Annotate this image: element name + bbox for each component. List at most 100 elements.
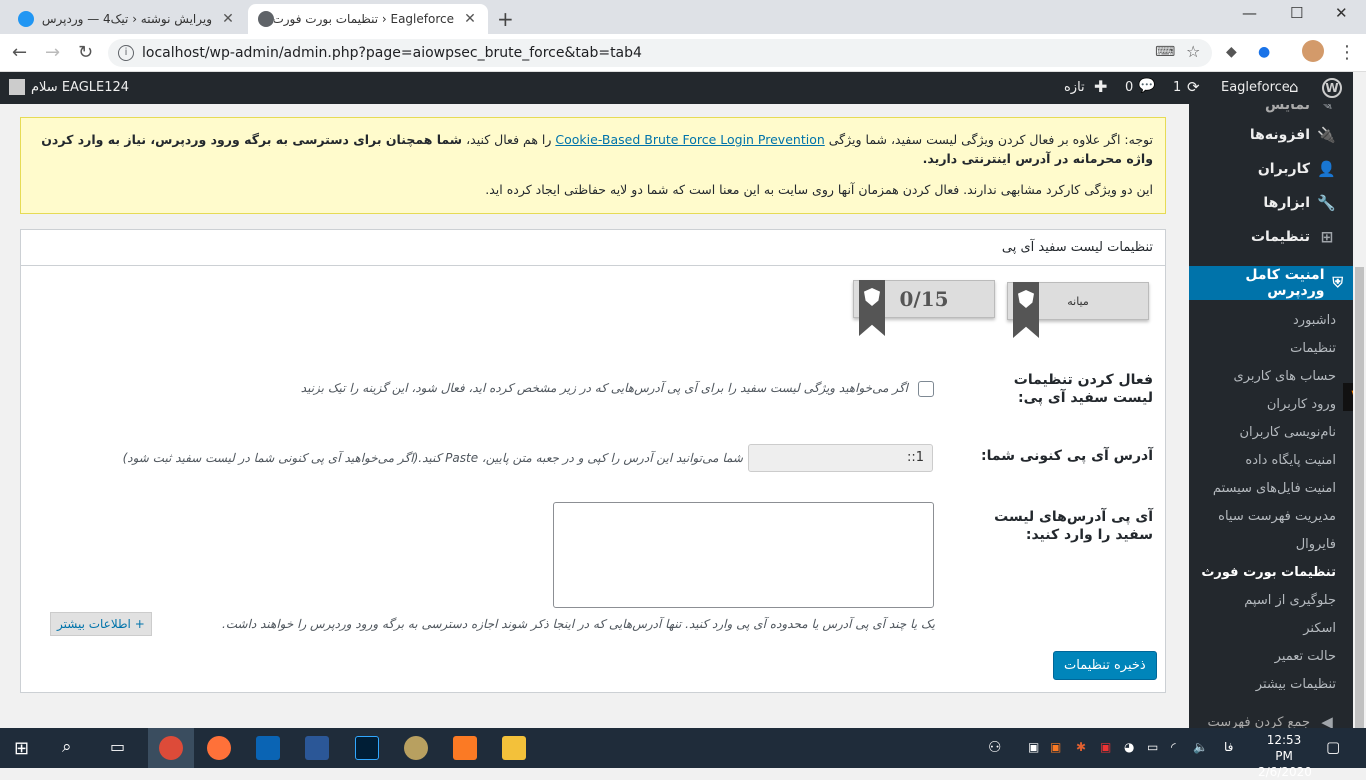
home-icon[interactable]: ⌂ [1289, 78, 1299, 96]
sidebar-item-label: افزونه‌ها [1249, 127, 1310, 143]
sidebar-item-label: کاربران [1257, 161, 1310, 177]
tray-app-icon[interactable]: ◕ [1124, 740, 1134, 754]
notifications-icon[interactable]: ▢ [1326, 738, 1340, 756]
extension-icon[interactable]: ◆ [1226, 44, 1237, 60]
submenu-brute-force[interactable]: تنظیمات بورت فورث [1189, 565, 1336, 580]
browser-toolbar: ← → ↻ i localhost/wp-admin/admin.php?pag… [0, 34, 1366, 72]
collapse-menu-button[interactable]: ◀ جمع کردن فهرست [1208, 713, 1336, 728]
tray-app-icon[interactable]: ▣ [1028, 740, 1039, 754]
info-icon[interactable]: i [118, 45, 134, 61]
sidebar-item-tools[interactable]: 🔧 ابزارها [1263, 194, 1336, 212]
windows-start-icon[interactable]: ⊞ [14, 738, 29, 759]
submenu-user-accounts[interactable]: حساب های کاربری [1189, 369, 1336, 384]
site-name[interactable]: Eagleforce [1221, 80, 1290, 95]
sidebar-item-appearance[interactable]: ✎ نمایش [1265, 104, 1336, 114]
new-content-label[interactable]: تازه [1064, 80, 1085, 95]
menu-dots-icon[interactable]: ⋮ [1338, 42, 1356, 63]
firefox-icon[interactable] [207, 736, 231, 760]
minimize-icon[interactable]: — [1242, 4, 1257, 22]
main-content: توجه: اگر علاوه بر فعال کردن ویژگی لیست … [0, 104, 1189, 728]
submenu-blacklist[interactable]: مدیریت فهرست سیاه [1189, 509, 1336, 524]
maximize-icon[interactable]: ☐ [1290, 4, 1303, 22]
translate-icon[interactable]: ⌨ [1155, 44, 1175, 60]
reload-icon[interactable]: ↻ [78, 42, 93, 63]
whitelist-ips-textarea[interactable] [553, 502, 934, 608]
antivirus-icon[interactable]: ▣ [1100, 740, 1111, 754]
notice-box: توجه: اگر علاوه بر فعال کردن ویژگی لیست … [20, 117, 1166, 214]
updates-icon[interactable]: ⟳ [1187, 78, 1200, 96]
xampp-tray-icon[interactable]: ▣ [1050, 740, 1061, 754]
close-tab-icon[interactable]: ✕ [462, 11, 478, 27]
tab-title: ویرایش نوشته ‹ تیک4 — وردپرس [41, 12, 212, 26]
address-bar[interactable]: i localhost/wp-admin/admin.php?page=aiow… [108, 39, 1212, 67]
xampp-icon[interactable] [453, 736, 477, 760]
updates-count[interactable]: 1 [1173, 80, 1181, 95]
enable-whitelist-label: فعال کردن تنظیمات لیست سفید آی پی: [1013, 372, 1153, 406]
browser-tab-active[interactable]: ✕ Eagleforce ‹ تنظیمات بورت فورت [248, 4, 488, 34]
howdy-user[interactable]: سلام EAGLE124 [31, 80, 129, 95]
back-icon[interactable]: ← [12, 42, 27, 63]
search-icon[interactable]: ⌕ [62, 737, 72, 757]
enable-whitelist-checkbox[interactable] [918, 381, 934, 397]
tray-app-icon[interactable]: ✱ [1076, 740, 1086, 754]
forward-icon[interactable]: → [45, 42, 60, 63]
shield-ribbon-icon [1013, 282, 1039, 338]
close-window-icon[interactable]: ✕ [1335, 4, 1348, 22]
clock[interactable]: 12:53 PM 2/6/2020 [1258, 732, 1312, 780]
submenu-dashboard[interactable]: داشبورد [1189, 313, 1336, 328]
submenu-misc-settings[interactable]: تنظیمات بیشتر [1189, 677, 1336, 692]
more-info-button[interactable]: + اطلاعات بیشتر [50, 612, 152, 636]
submenu-settings[interactable]: تنظیمات [1189, 341, 1336, 356]
notice-paragraph-1: توجه: اگر علاوه بر فعال کردن ویژگی لیست … [33, 130, 1153, 168]
vpn-app-icon[interactable] [256, 736, 280, 760]
browser-tab[interactable]: ✕ ویرایش نوشته ‹ تیک4 — وردپرس [8, 4, 246, 34]
wordpress-logo-icon[interactable]: W [1322, 78, 1342, 98]
submenu-maintenance[interactable]: حالت تعمیر [1189, 649, 1336, 664]
photoshop-icon[interactable] [355, 736, 379, 760]
sidebar-item-label: تنظیمات [1250, 229, 1310, 245]
profile-avatar[interactable] [1302, 40, 1324, 62]
new-tab-icon[interactable]: + [497, 7, 514, 31]
submenu-scanner[interactable]: اسکنر [1189, 621, 1336, 636]
volume-icon[interactable]: 🔈 [1193, 740, 1208, 754]
whitelist-postbox: تنظیمات لیست سفید آی پی میانه 0/15 فعال … [20, 229, 1166, 693]
save-settings-button[interactable]: ذخیره تنظیمات [1053, 651, 1157, 680]
people-icon[interactable]: ⚇ [988, 738, 1001, 756]
submenu-spam-prevention[interactable]: جلوگیری از اسپم [1189, 593, 1336, 608]
browser-tabbar: ✕ ویرایش نوشته ‹ تیک4 — وردپرس ✕ Eaglefo… [0, 0, 1366, 34]
submenu-user-registration[interactable]: نام‌نویسی کاربران [1189, 425, 1336, 440]
plugin-icon: 🔌 [1317, 126, 1336, 144]
extension-icon[interactable]: ● [1258, 44, 1270, 60]
comment-icon[interactable]: 💬 [1138, 78, 1155, 94]
current-ip-desc: شما می‌توانید این آدرس را کپی و در جعبه … [122, 451, 743, 465]
close-tab-icon[interactable]: ✕ [220, 11, 236, 27]
submenu-filesystem-security[interactable]: امنیت فایل‌های سیستم [1189, 481, 1336, 496]
cookie-prevention-link[interactable]: Cookie-Based Brute Force Login Preventio… [555, 132, 824, 147]
avatar[interactable] [9, 79, 25, 95]
sidebar-item-users[interactable]: 👤 کاربران [1258, 160, 1336, 178]
app-icon[interactable] [404, 736, 428, 760]
file-explorer-icon[interactable] [502, 736, 526, 760]
task-view-icon[interactable]: ▭ [110, 737, 125, 756]
comments-count[interactable]: 0 [1125, 80, 1133, 95]
notice-text: توجه: اگر علاوه بر فعال کردن ویژگی لیست … [828, 132, 1153, 147]
word-icon[interactable] [305, 736, 329, 760]
sidebar-item-plugins[interactable]: 🔌 افزونه‌ها [1250, 126, 1336, 144]
bookmark-star-icon[interactable]: ☆ [1186, 42, 1200, 61]
language-indicator[interactable]: فا [1224, 740, 1233, 754]
chrome-icon[interactable] [159, 736, 183, 760]
submenu-database-security[interactable]: امنیت پایگاه داده [1189, 453, 1336, 468]
notice-paragraph-2: این دو ویژگی کارکرد مشابهی ندارند. فعال … [485, 182, 1153, 197]
wifi-icon[interactable]: ◜ [1171, 740, 1176, 754]
submenu-firewall[interactable]: فایروال [1189, 537, 1336, 552]
sidebar-item-security-active[interactable]: ⛨ امنیت کامل وردپرس [1189, 266, 1353, 300]
plus-icon[interactable]: ✚ [1094, 77, 1107, 96]
shield-icon: ⛨ [1332, 275, 1344, 291]
page-scrollbar[interactable] [1353, 72, 1366, 755]
sidebar-item-label: امنیت کامل وردپرس [1245, 267, 1325, 299]
sidebar-item-settings[interactable]: ⊞ تنظیمات [1251, 228, 1336, 246]
battery-icon[interactable]: ▭ [1147, 740, 1158, 754]
current-ip-field[interactable]: ::1 [748, 444, 933, 472]
score-text: 0/15 [899, 287, 949, 311]
submenu-user-login[interactable]: ورود کاربران [1189, 397, 1336, 412]
